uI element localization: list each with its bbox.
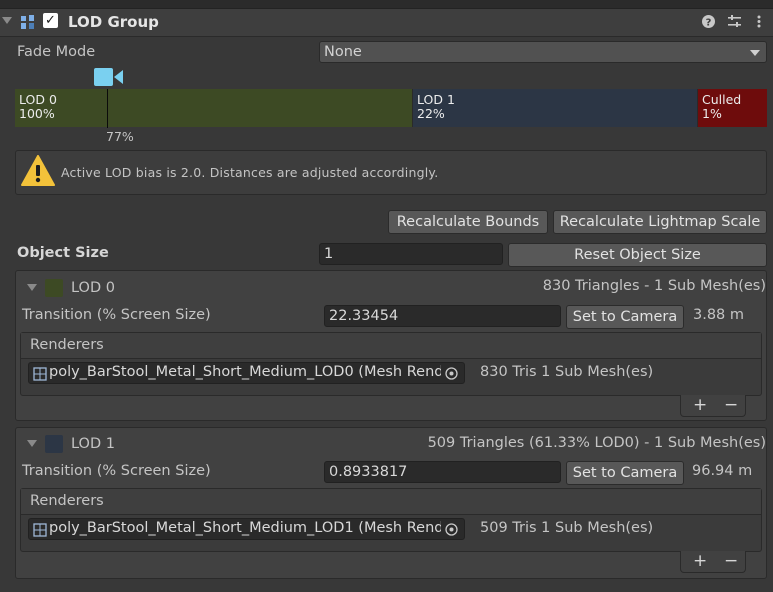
fade-mode-label: Fade Mode [17, 44, 96, 60]
lod-segment-1[interactable]: LOD 1 22% [413, 89, 697, 127]
lod1-renderer-field[interactable]: poly_BarStool_Metal_Short_Medium_LOD1 (M… [28, 518, 465, 540]
lod-segment-0[interactable]: LOD 0 100% [15, 89, 412, 127]
lod0-renderer-name: poly_BarStool_Metal_Short_Medium_LOD0 (M… [49, 364, 441, 380]
lod-segment-1-name: LOD 1 [417, 92, 455, 107]
lod-segment-culled-percent: 1% [702, 106, 722, 121]
remove-renderer-button[interactable]: − [724, 551, 738, 571]
help-message: Active LOD bias is 2.0. Distances are ad… [61, 165, 439, 180]
lod0-renderers-header: Renderers [21, 333, 761, 359]
lod0-foldout-icon[interactable] [27, 284, 37, 291]
lod0-renderer-field[interactable]: poly_BarStool_Metal_Short_Medium_LOD0 (M… [28, 362, 465, 384]
lod1-foldout-icon[interactable] [27, 440, 37, 447]
lod0-triangles: 830 Triangles - 1 Sub Mesh(es) [542, 278, 766, 294]
lod0-renderers-label: Renderers [30, 337, 104, 353]
add-renderer-button[interactable]: + [693, 551, 707, 571]
svg-text:?: ? [705, 18, 711, 29]
foldout-arrow-icon[interactable] [2, 17, 12, 24]
lod1-triangles: 509 Triangles (61.33% LOD0) - 1 Sub Mesh… [427, 435, 766, 451]
object-picker-icon[interactable] [445, 367, 458, 380]
fade-mode-value: None [324, 44, 362, 60]
lod1-name: LOD 1 [71, 436, 115, 452]
help-icon[interactable]: ? [700, 14, 716, 30]
lod0-color-swatch [45, 279, 63, 297]
lod0-set-to-camera-button[interactable]: Set to Camera [566, 305, 684, 329]
mesh-renderer-icon [33, 523, 47, 537]
lod-segment-culled-name: Culled [702, 92, 742, 107]
lod-segment-culled[interactable]: Culled 1% [698, 89, 767, 127]
reset-object-size-button[interactable]: Reset Object Size [508, 243, 767, 267]
lod1-renderer-stats: 509 Tris 1 Sub Mesh(es) [480, 520, 654, 536]
recalculate-lightmap-scale-button[interactable]: Recalculate Lightmap Scale [553, 210, 767, 234]
presets-icon[interactable] [726, 14, 742, 30]
lod0-name: LOD 0 [71, 280, 115, 296]
lod1-distance: 96.94 m [692, 463, 753, 479]
mesh-renderer-icon [33, 367, 47, 381]
lod0-distance: 3.88 m [693, 307, 745, 323]
lod-group-icon [20, 14, 36, 30]
camera-marker-percent: 77% [106, 129, 134, 144]
lod1-list-controls: + − [680, 551, 746, 573]
lod1-renderer-name: poly_BarStool_Metal_Short_Medium_LOD1 (M… [49, 520, 441, 536]
lod1-set-to-camera-button[interactable]: Set to Camera [566, 461, 684, 485]
top-separator [0, 0, 773, 9]
object-picker-icon[interactable] [445, 523, 458, 536]
add-renderer-button[interactable]: + [693, 395, 707, 415]
camera-marker-line[interactable] [107, 89, 108, 128]
lod-segment-0-name: LOD 0 [19, 92, 57, 107]
lod1-renderers-label: Renderers [30, 493, 104, 509]
lod1-transition-label: Transition (% Screen Size) [22, 463, 211, 479]
object-size-label: Object Size [17, 245, 109, 261]
lod-segment-1-percent: 22% [417, 106, 445, 121]
dropdown-arrow-icon [750, 50, 760, 56]
lod0-transition-label: Transition (% Screen Size) [22, 307, 211, 323]
lod1-renderers-header: Renderers [21, 489, 761, 515]
lod0-transition-field[interactable]: 22.33454 [324, 305, 561, 327]
lod0-list-controls: + − [680, 395, 746, 417]
lod0-renderer-stats: 830 Tris 1 Sub Mesh(es) [480, 364, 654, 380]
recalculate-bounds-button[interactable]: Recalculate Bounds [388, 210, 548, 234]
enabled-checkbox[interactable]: ✓ [43, 13, 58, 28]
lod-bar[interactable]: LOD 0 100% LOD 1 22% Culled 1% [15, 89, 767, 127]
component-title: LOD Group [68, 13, 159, 31]
more-icon[interactable] [751, 14, 767, 30]
remove-renderer-button[interactable]: − [724, 395, 738, 415]
object-size-field[interactable]: 1 [319, 243, 503, 265]
fade-mode-dropdown[interactable]: None [319, 41, 767, 63]
lod1-color-swatch [45, 435, 63, 453]
warning-icon [21, 155, 55, 187]
lod-segment-0-percent: 100% [19, 106, 55, 121]
camera-icon[interactable] [94, 67, 124, 87]
lod1-transition-field[interactable]: 0.8933817 [324, 461, 561, 483]
